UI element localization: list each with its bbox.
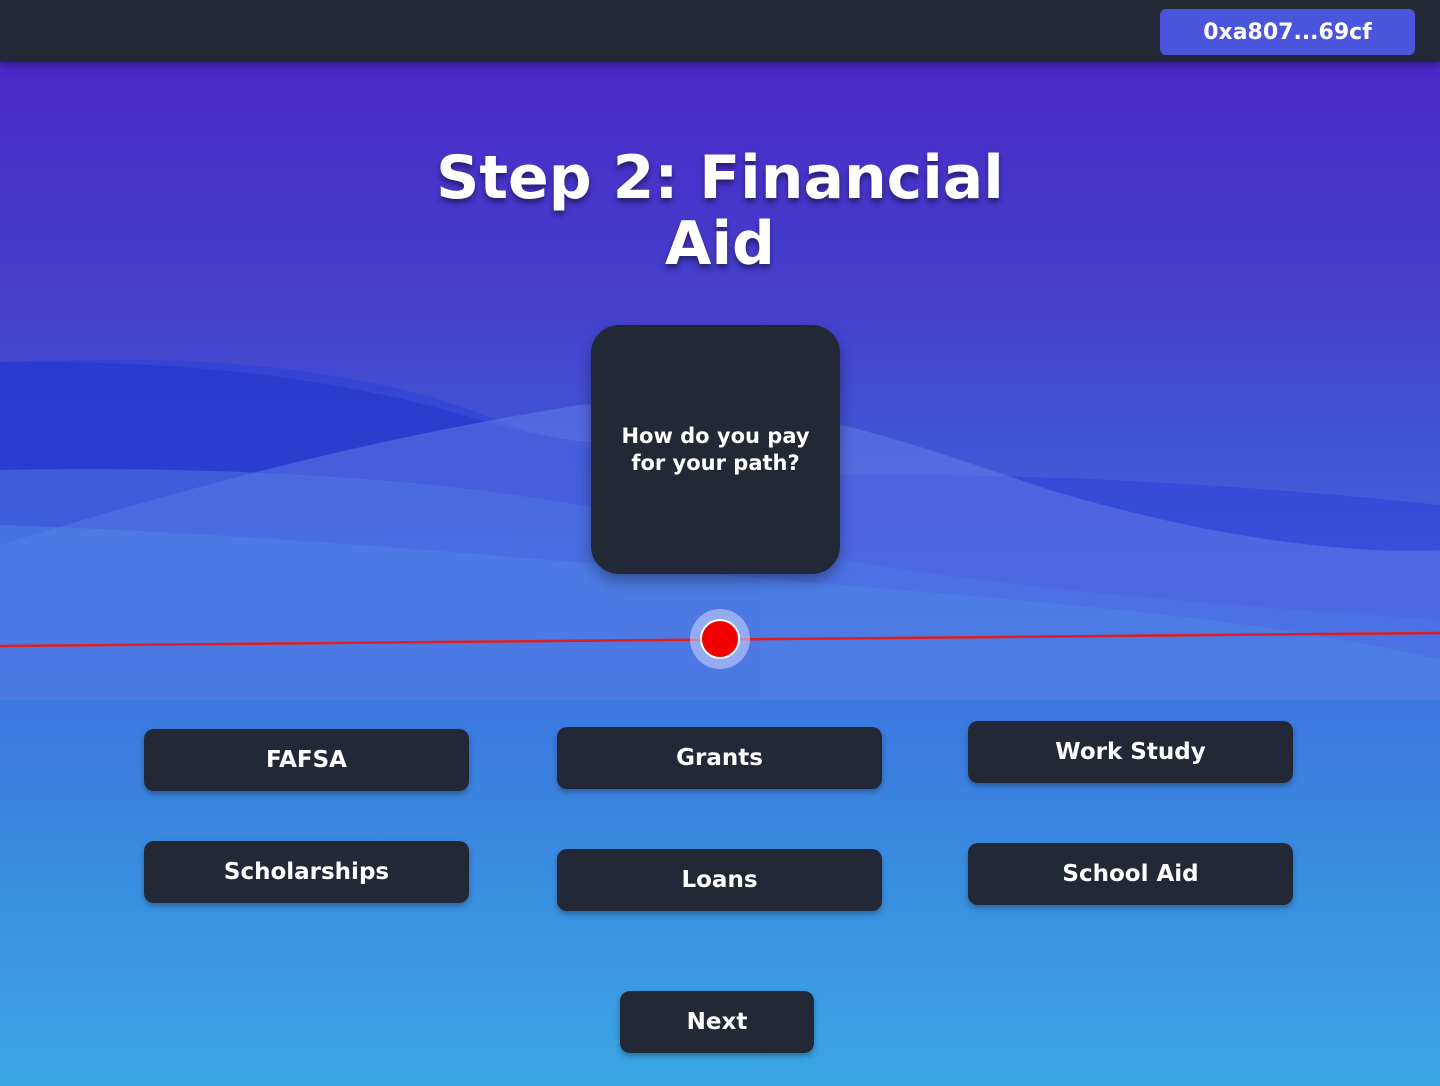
question-text: How do you pay for your path? — [621, 423, 810, 475]
option-loans-button[interactable]: Loans — [557, 849, 882, 911]
next-button[interactable]: Next — [620, 991, 814, 1053]
page-title-line-2: Aid — [665, 209, 775, 279]
option-school-aid-button[interactable]: School Aid — [968, 843, 1293, 905]
option-work-study-button[interactable]: Work Study — [968, 721, 1293, 783]
question-card: How do you pay for your path? — [591, 325, 840, 574]
slider-dot — [700, 619, 740, 659]
option-fafsa-button[interactable]: FAFSA — [144, 729, 469, 791]
page-title-line-1: Step 2: Financial — [436, 143, 1004, 213]
option-scholarships-button[interactable]: Scholarships — [144, 841, 469, 903]
wallet-address-button[interactable]: 0xa807...69cf — [1160, 9, 1415, 55]
top-bar: 0xa807...69cf — [0, 0, 1440, 62]
page-title: Step 2: Financial Aid — [360, 145, 1080, 277]
option-grants-button[interactable]: Grants — [557, 727, 882, 789]
slider-handle[interactable] — [690, 609, 750, 669]
